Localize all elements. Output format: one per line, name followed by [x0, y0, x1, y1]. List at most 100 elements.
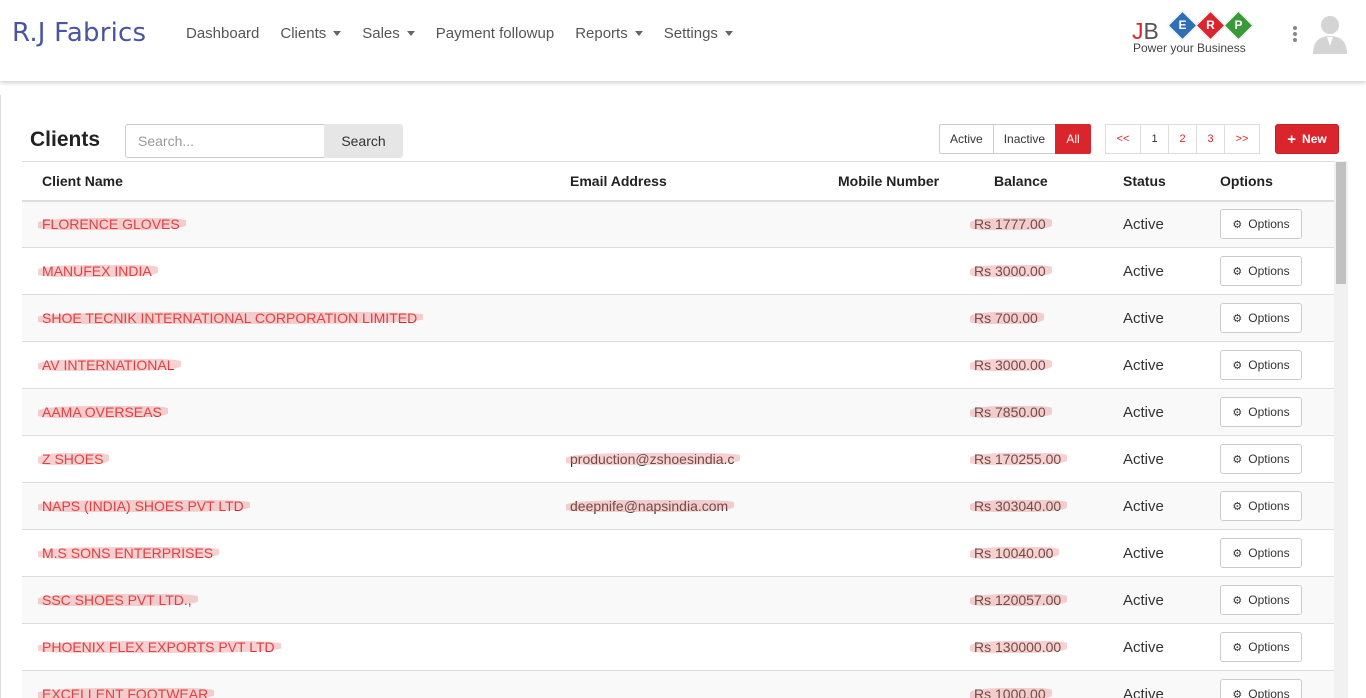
cell-options: ⚙ Options — [1200, 529, 1334, 577]
client-name-link[interactable]: FLORENCE GLOVES — [38, 216, 186, 232]
options-button[interactable]: ⚙ Options — [1220, 303, 1302, 333]
nav-payment-followup[interactable]: Payment followup — [436, 24, 554, 42]
options-button[interactable]: ⚙ Options — [1220, 491, 1302, 521]
cell-email — [550, 294, 818, 342]
cell-balance: Rs 700.00 — [970, 294, 1123, 342]
client-name-link[interactable]: SSC SHOES PVT LTD., — [38, 592, 198, 608]
gear-icon: ⚙ — [1232, 312, 1243, 325]
col-mobile[interactable]: Mobile Number — [818, 161, 974, 202]
client-name-link[interactable]: AAMA OVERSEAS — [38, 404, 168, 420]
nav-label: Dashboard — [186, 24, 260, 42]
pager-page-3[interactable]: 3 — [1196, 124, 1225, 154]
table-row: PHOENIX FLEX EXPORTS PVT LTD Rs 130000.00… — [22, 623, 1334, 671]
status-text: Active — [1123, 544, 1164, 562]
options-button[interactable]: ⚙ Options — [1220, 350, 1302, 380]
pager-last[interactable]: >> — [1224, 124, 1260, 154]
col-email[interactable]: Email Address — [550, 161, 818, 202]
col-status[interactable]: Status — [1123, 161, 1200, 202]
client-name-link[interactable]: Z SHOES — [38, 451, 110, 467]
nav-sales[interactable]: Sales — [362, 24, 415, 42]
options-button[interactable]: ⚙ Options — [1220, 444, 1302, 474]
page-title: Clients — [30, 128, 101, 151]
logo-diamond-e: E — [1167, 10, 1198, 41]
search-input[interactable] — [125, 124, 325, 158]
cell-options: ⚙ Options — [1200, 247, 1334, 295]
redaction-mark — [970, 453, 1068, 465]
caret-down-icon — [406, 30, 415, 36]
redaction-mark — [38, 218, 186, 231]
client-name-link[interactable]: EXCELLENT FOOTWEAR — [38, 686, 215, 698]
nav-label: Clients — [280, 24, 327, 42]
options-label: Options — [1248, 593, 1290, 607]
col-balance[interactable]: Balance — [974, 161, 1123, 202]
options-button[interactable]: ⚙ Options — [1220, 679, 1302, 698]
options-button[interactable]: ⚙ Options — [1220, 585, 1302, 615]
redaction-mark — [970, 218, 1052, 231]
gear-icon: ⚙ — [1232, 500, 1243, 513]
filter-all-button[interactable]: All — [1055, 124, 1092, 154]
balance-text-wrap: Rs 1000.00 — [970, 686, 1052, 698]
cell-status: Active — [1123, 341, 1200, 389]
redaction-mark — [970, 547, 1060, 559]
pager-page-1[interactable]: 1 — [1140, 124, 1169, 154]
nav-clients[interactable]: Clients — [280, 24, 342, 42]
cell-mobile — [818, 482, 974, 530]
client-name-link[interactable]: PHOENIX FLEX EXPORTS PVT LTD — [38, 639, 281, 655]
cell-options: ⚙ Options — [1200, 623, 1334, 671]
gear-icon: ⚙ — [1232, 218, 1243, 231]
cell-balance: Rs 303040.00 — [970, 482, 1123, 530]
clients-table: Client Name Email Address Mobile Number … — [22, 161, 1334, 698]
options-label: Options — [1248, 452, 1290, 466]
options-label: Options — [1248, 546, 1290, 560]
cell-balance: Rs 120057.00 — [970, 576, 1123, 624]
pager-page-2[interactable]: 2 — [1168, 124, 1197, 154]
pager-first[interactable]: << — [1105, 124, 1141, 154]
status-text: Active — [1123, 685, 1164, 698]
cell-balance: Rs 10040.00 — [970, 529, 1123, 577]
cell-status: Active — [1123, 247, 1200, 295]
options-label: Options — [1248, 311, 1290, 325]
redaction-mark — [38, 406, 168, 418]
filter-inactive-button[interactable]: Inactive — [992, 124, 1057, 154]
clients-page: Clients Search Active Inactive All << 1 … — [0, 95, 1366, 698]
redaction-mark — [38, 641, 281, 653]
options-button[interactable]: ⚙ Options — [1220, 256, 1302, 286]
options-label: Options — [1248, 217, 1290, 232]
options-button[interactable]: ⚙ Options — [1220, 209, 1302, 240]
cell-client-name: AAMA OVERSEAS — [22, 388, 550, 436]
status-filter-group: Active Inactive All — [939, 124, 1092, 154]
cell-options: ⚙ Options — [1200, 388, 1334, 436]
nav-label: Reports — [575, 24, 628, 42]
options-button[interactable]: ⚙ Options — [1220, 397, 1302, 427]
options-button[interactable]: ⚙ Options — [1220, 632, 1302, 662]
cell-email: production@zshoesindia.c — [550, 435, 818, 483]
cell-balance: Rs 3000.00 — [970, 247, 1123, 295]
col-client-name[interactable]: Client Name — [22, 161, 550, 202]
filter-active-button[interactable]: Active — [939, 124, 994, 154]
cell-balance: Rs 7850.00 — [970, 388, 1123, 436]
user-avatar-icon[interactable] — [1311, 12, 1349, 54]
email-text-wrap: deepnife@napsindia.com — [566, 498, 735, 514]
table-scrollbar-thumb[interactable] — [1336, 162, 1346, 284]
client-name-link[interactable]: M.S SONS ENTERPRISES — [38, 545, 220, 561]
options-label: Options — [1248, 358, 1290, 372]
nav-settings[interactable]: Settings — [664, 24, 733, 42]
options-label: Options — [1248, 264, 1290, 278]
client-name-link[interactable]: SHOE TECNIK INTERNATIONAL CORPORATION LI… — [38, 310, 424, 326]
new-client-button[interactable]: + New — [1275, 124, 1339, 154]
nav-reports[interactable]: Reports — [575, 24, 643, 42]
client-name-link[interactable]: AV INTERNATIONAL — [38, 357, 181, 373]
nav-dashboard[interactable]: Dashboard — [186, 24, 259, 42]
cell-mobile — [818, 435, 974, 483]
cell-client-name: MANUFEX INDIA — [22, 247, 550, 295]
redaction-mark — [970, 359, 1052, 371]
search-button[interactable]: Search — [324, 124, 403, 158]
options-button[interactable]: ⚙ Options — [1220, 538, 1302, 568]
status-text: Active — [1123, 356, 1164, 374]
brand-title[interactable]: R.J Fabrics — [12, 18, 146, 48]
table-row: SHOE TECNIK INTERNATIONAL CORPORATION LI… — [22, 294, 1334, 342]
client-name-link[interactable]: NAPS (INDIA) SHOES PVT LTD — [38, 498, 250, 514]
more-vertical-icon[interactable] — [1292, 26, 1298, 42]
cell-client-name: PHOENIX FLEX EXPORTS PVT LTD — [22, 623, 550, 671]
client-name-link[interactable]: MANUFEX INDIA — [38, 263, 158, 279]
